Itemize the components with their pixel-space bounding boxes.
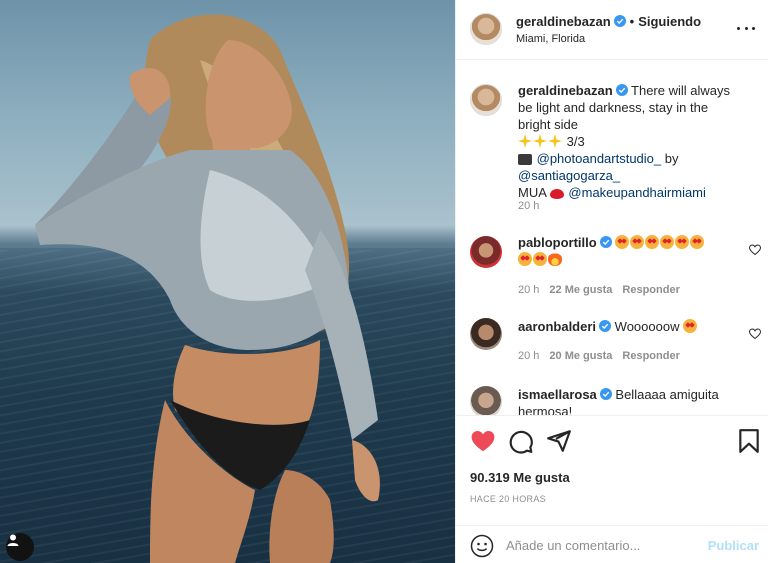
- follow-separator: •: [629, 14, 635, 29]
- reply-button[interactable]: Responder: [622, 284, 679, 296]
- star-eyes-emoji-icon: [683, 319, 698, 333]
- post-actions: 90.319 Me gusta HACE 20 HORAS: [456, 415, 768, 525]
- sparkles-icon: [533, 134, 547, 148]
- caption-text: geraldinebazan There will always be ligh…: [518, 82, 743, 201]
- star-eyes-emoji-icon: [660, 235, 675, 249]
- heart-filled-icon[interactable]: [470, 428, 496, 454]
- mention-by-link[interactable]: @santiagogarza_: [518, 168, 620, 183]
- fire-emoji-icon: [548, 252, 562, 266]
- author-username[interactable]: geraldinebazan: [516, 14, 611, 29]
- mention-mua-link[interactable]: @makeupandhairmiami: [568, 185, 705, 200]
- model-figure: [35, 14, 380, 563]
- more-options-button[interactable]: [737, 20, 755, 36]
- comment-time[interactable]: 20 h: [518, 284, 539, 296]
- comment-meta: 20 h 22 Me gusta Responder: [518, 284, 690, 296]
- comment-text: pabloportillo: [518, 234, 743, 268]
- reply-button[interactable]: Responder: [622, 350, 679, 362]
- lips-icon: [549, 189, 564, 199]
- sparkles-icon: [548, 134, 562, 148]
- paper-plane-icon[interactable]: [546, 428, 572, 454]
- author-avatar[interactable]: [470, 13, 502, 45]
- star-eyes-emoji-icon: [615, 235, 630, 249]
- caption-username[interactable]: geraldinebazan: [518, 83, 613, 98]
- comment-like-heart-icon[interactable]: [749, 244, 761, 256]
- verified-badge-icon: [615, 84, 628, 96]
- star-eyes-emoji-icon: [645, 235, 660, 249]
- comment-username[interactable]: pabloportillo: [518, 235, 597, 250]
- verified-badge-icon: [599, 388, 612, 400]
- caption-by: by: [664, 151, 679, 166]
- comment-avatar[interactable]: [470, 236, 502, 268]
- caption-time[interactable]: 20 h: [518, 200, 539, 212]
- star-eyes-emoji-icon: [630, 235, 645, 249]
- comment-time[interactable]: 20 h: [518, 350, 539, 362]
- post-side-panel: geraldinebazan • Siguiendo Miami, Florida …: [455, 0, 768, 563]
- caption-meta: 20 h: [518, 200, 549, 212]
- comment-likes[interactable]: 22 Me gusta: [549, 284, 612, 296]
- bookmark-icon[interactable]: [736, 428, 762, 454]
- camera-icon: [518, 154, 532, 165]
- user-tags-button[interactable]: [6, 533, 34, 561]
- author-line: geraldinebazan • Siguiendo: [516, 14, 701, 29]
- verified-badge-icon: [599, 320, 612, 332]
- caption-avatar[interactable]: [470, 84, 502, 116]
- publish-button[interactable]: Publicar: [708, 538, 759, 553]
- smiley-icon[interactable]: [470, 534, 494, 558]
- comment-avatar[interactable]: [470, 386, 502, 415]
- post-time-ago[interactable]: HACE 20 HORAS: [470, 494, 546, 504]
- caption-count: 3/3: [566, 134, 585, 149]
- verified-badge-icon: [613, 15, 626, 27]
- add-comment-bar: Publicar: [456, 525, 768, 563]
- sparkles-icon: [518, 134, 532, 148]
- comment-username[interactable]: ismaellarosa: [518, 387, 597, 402]
- star-eyes-emoji-icon: [690, 235, 705, 249]
- comment-body: Woooooow: [614, 319, 680, 334]
- star-eyes-emoji-icon: [518, 252, 532, 266]
- comment-username[interactable]: aaronbalderi: [518, 319, 596, 334]
- more-horizontal-icon: [737, 26, 740, 30]
- comment-meta: 20 h 20 Me gusta Responder: [518, 350, 690, 362]
- comment-like-heart-icon[interactable]: [749, 328, 761, 340]
- star-eyes-emoji-icon: [675, 235, 690, 249]
- post-header: geraldinebazan • Siguiendo Miami, Florida: [456, 0, 768, 60]
- likes-count[interactable]: 90.319 Me gusta: [470, 470, 570, 485]
- caption-mua: MUA: [518, 185, 547, 200]
- comments-list[interactable]: geraldinebazan There will always be ligh…: [456, 60, 768, 415]
- comment-text: ismaellarosa Bellaaaa amiguita hermosa!: [518, 386, 743, 415]
- comment-likes[interactable]: 20 Me gusta: [549, 350, 612, 362]
- comment-icon[interactable]: [508, 428, 534, 454]
- verified-badge-icon: [599, 236, 612, 248]
- post-photo[interactable]: [0, 0, 455, 563]
- comment-avatar[interactable]: [470, 318, 502, 350]
- more-dot: [744, 26, 748, 30]
- comment-text: aaronbalderi Woooooow: [518, 318, 743, 335]
- mention-photo-link[interactable]: @photoandartstudio_: [537, 151, 662, 166]
- more-dot: [752, 26, 755, 30]
- post-location[interactable]: Miami, Florida: [516, 33, 585, 45]
- star-eyes-emoji-icon: [533, 252, 547, 266]
- following-button[interactable]: Siguiendo: [638, 14, 701, 29]
- user-tags-icon: [7, 534, 19, 546]
- comment-input[interactable]: [506, 535, 696, 555]
